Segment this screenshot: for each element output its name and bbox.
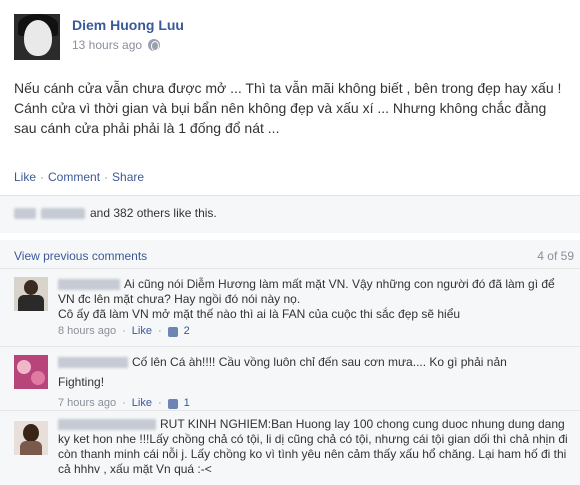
comment-like-count[interactable]: 2 [184, 324, 190, 339]
author-avatar[interactable] [14, 14, 60, 60]
avatar-face-shape [24, 20, 52, 56]
like-button[interactable]: Like [14, 170, 36, 184]
comment-like-count[interactable]: 1 [184, 396, 190, 411]
blurred-commenter-name[interactable] [58, 279, 120, 291]
comment-text-line2: Fighting! [58, 375, 105, 389]
comment-time[interactable]: 7 hours ago [58, 396, 116, 411]
avatar-head-shape [24, 280, 38, 295]
comment-meta: 7 hours ago · Like · 1 [58, 396, 190, 411]
commenter-avatar[interactable] [14, 421, 48, 455]
comment-item: RUT KINH NGHIEM:Ban Huong lay 100 chong … [0, 410, 580, 485]
likes-summary: and 382 others like this. [14, 206, 217, 220]
comment-button[interactable]: Comment [48, 170, 100, 184]
avatar-flower-shape [31, 371, 45, 385]
comment-body: RUT KINH NGHIEM:Ban Huong lay 100 chong … [58, 417, 573, 477]
comment-time[interactable]: 8 hours ago [58, 324, 116, 339]
thumbs-up-icon [167, 398, 178, 409]
blurred-commenter-name[interactable] [58, 357, 128, 369]
author-name[interactable]: Diem Huong Luu [72, 17, 184, 33]
comment-like-button[interactable]: Like [132, 324, 152, 339]
likes-count-text[interactable]: and 382 others like this. [90, 206, 217, 220]
post-meta: 13 hours ago [72, 38, 161, 52]
blurred-liker-name[interactable] [41, 207, 85, 219]
comment-item: Cố lên Cá àh!!!! Cầu vồng luôn chỉ đến s… [0, 346, 580, 410]
commenter-avatar[interactable] [14, 277, 48, 311]
blurred-liker-name[interactable] [14, 207, 36, 219]
avatar-body-shape [20, 441, 42, 455]
comment-body: Cố lên Cá àh!!!! Cầu vồng luôn chỉ đến s… [58, 355, 573, 411]
avatar-head-shape [23, 424, 39, 442]
facebook-post-card: Diem Huong Luu 13 hours ago Nếu cánh cửa… [0, 0, 580, 485]
blurred-commenter-name[interactable] [58, 419, 156, 431]
view-previous-comments-link[interactable]: View previous comments [14, 249, 147, 263]
post-timestamp[interactable]: 13 hours ago [72, 38, 142, 52]
globe-icon[interactable] [148, 39, 161, 51]
avatar-body-shape [18, 295, 44, 311]
comment-text-line2: Cô ấy đã làm VN mở mặt thế nào thì ai là… [58, 307, 461, 321]
comment-like-button[interactable]: Like [132, 396, 152, 411]
post-actions: Like · Comment · Share [14, 170, 144, 184]
comment-text: Ai cũng nói Diễm Hương làm mất mặt VN. V… [58, 277, 555, 306]
comment-item: Ai cũng nói Diễm Hương làm mất mặt VN. V… [0, 268, 580, 346]
comment-text: Cố lên Cá àh!!!! Cầu vồng luôn chỉ đến s… [132, 355, 507, 369]
thumbs-up-icon [167, 326, 178, 337]
post-text: Nếu cánh cửa vẫn chưa được mở ... Thì ta… [14, 80, 562, 136]
action-separator: · [104, 170, 109, 184]
share-button[interactable]: Share [112, 170, 144, 184]
action-separator: · [40, 170, 45, 184]
comments-count: 4 of 59 [537, 249, 574, 263]
avatar-flower-shape [17, 360, 31, 374]
commenter-avatar[interactable] [14, 355, 48, 389]
comment-meta: 8 hours ago · Like · 2 [58, 324, 190, 339]
comment-body: Ai cũng nói Diễm Hương làm mất mặt VN. V… [58, 277, 573, 339]
